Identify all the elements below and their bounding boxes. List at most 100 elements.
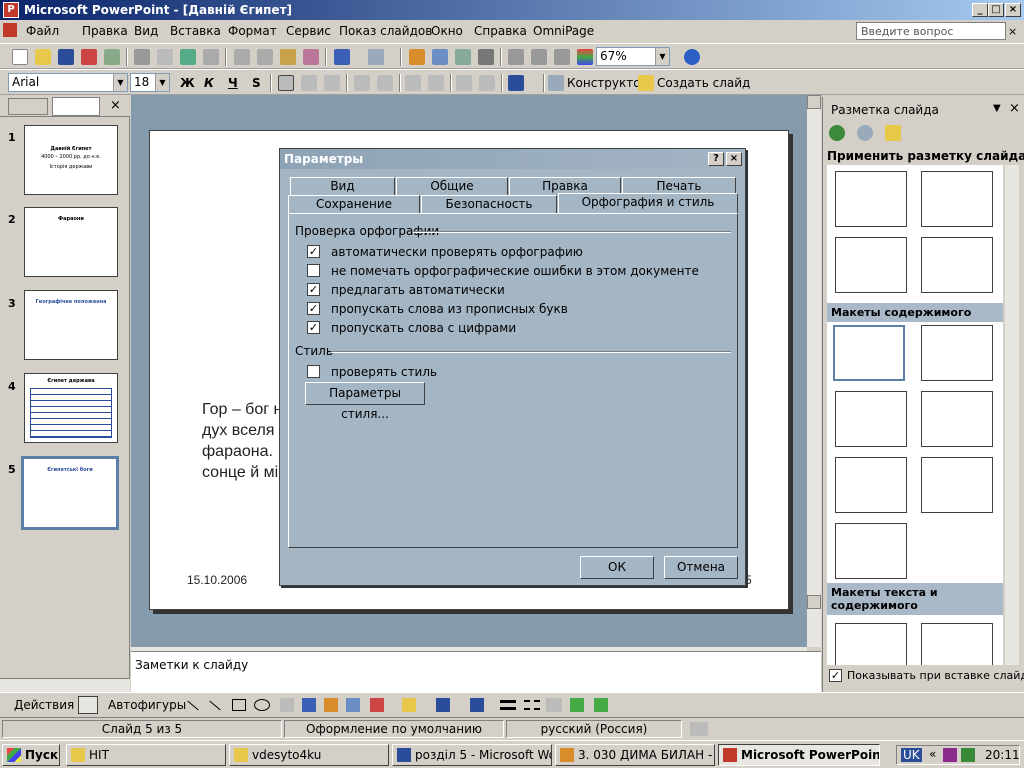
- bold-button[interactable]: Ж: [180, 76, 195, 90]
- menu-slideshow[interactable]: Показ слайдов: [339, 24, 432, 38]
- dash-style-icon[interactable]: [524, 700, 540, 710]
- font-size-select[interactable]: 18 ▼: [130, 73, 170, 92]
- close-doc-icon[interactable]: ×: [1008, 25, 1017, 38]
- slide-thumbnail[interactable]: Давній Єгипет 4000 – 2000 рр. до н.е. Іс…: [24, 125, 118, 195]
- taskbar-button-active[interactable]: Microsoft PowerPoint...: [718, 744, 880, 766]
- tab-security[interactable]: Безопасность: [421, 195, 557, 213]
- layout-content-text[interactable]: [921, 623, 993, 665]
- permission-icon[interactable]: [81, 49, 97, 65]
- tab-save[interactable]: Сохранение: [288, 195, 420, 213]
- design-button[interactable]: Конструктор: [567, 76, 648, 90]
- layout-title-four-content-alt[interactable]: [835, 523, 907, 579]
- picture-icon[interactable]: [370, 698, 384, 712]
- font-color-icon[interactable]: [470, 698, 484, 712]
- formatting-icon[interactable]: [531, 49, 547, 65]
- cancel-button[interactable]: Отмена: [664, 556, 738, 579]
- copy-icon[interactable]: [257, 49, 273, 65]
- taskbar-button[interactable]: 3. 030 ДИМА БИЛАН - ...: [555, 744, 715, 766]
- arrow-icon[interactable]: [209, 700, 221, 711]
- layout-title-content-two[interactable]: [835, 457, 907, 513]
- paste-icon[interactable]: [280, 49, 296, 65]
- maximize-button[interactable]: □: [988, 3, 1004, 17]
- decrease-font-icon[interactable]: [428, 75, 444, 91]
- close-button[interactable]: ×: [1005, 3, 1021, 17]
- ask-question-input[interactable]: Введите вопрос: [856, 22, 1006, 40]
- checkbox[interactable]: ✓: [307, 283, 320, 296]
- wordart-icon[interactable]: [302, 698, 316, 712]
- email-icon[interactable]: [104, 49, 120, 65]
- clipart-icon[interactable]: [346, 698, 360, 712]
- close-icon[interactable]: ×: [726, 152, 742, 166]
- tab-spelling-style[interactable]: Орфография и стиль: [558, 193, 738, 213]
- layout-text-content[interactable]: [835, 623, 907, 665]
- checkbox[interactable]: ✓: [307, 245, 320, 258]
- slide-body-line[interactable]: Гор – бог н: [202, 401, 282, 419]
- chevron-down-icon[interactable]: ▼: [155, 74, 169, 91]
- oval-icon[interactable]: [254, 699, 270, 711]
- print-icon[interactable]: [134, 49, 150, 65]
- actions-menu[interactable]: Действия: [14, 698, 74, 712]
- slide-thumbnail[interactable]: Єгипет держава: [24, 373, 118, 443]
- slide-thumbnail[interactable]: Географічне положення: [24, 290, 118, 360]
- task-pane-scrollbar[interactable]: [1005, 165, 1019, 665]
- diagram-icon[interactable]: [324, 698, 338, 712]
- align-center-icon[interactable]: [301, 75, 317, 91]
- rectangle-icon[interactable]: [232, 699, 246, 711]
- minimize-button[interactable]: _: [972, 3, 988, 17]
- checkbox[interactable]: [307, 365, 320, 378]
- font-select[interactable]: Arial ▼: [8, 73, 128, 92]
- select-objects-icon[interactable]: [78, 696, 98, 714]
- menu-file[interactable]: Файл: [26, 24, 59, 38]
- textbox-icon[interactable]: [280, 698, 294, 712]
- 3d-style-icon[interactable]: [594, 698, 608, 712]
- zoom-select[interactable]: 67% ▼: [596, 47, 670, 66]
- shadow-button[interactable]: S: [252, 76, 261, 90]
- close-icon[interactable]: ×: [110, 98, 121, 113]
- align-right-icon[interactable]: [324, 75, 340, 91]
- slide-body-line[interactable]: дух вселя: [202, 422, 274, 440]
- checkbox[interactable]: ✓: [307, 321, 320, 334]
- design-icon[interactable]: [548, 75, 564, 91]
- menu-insert[interactable]: Вставка: [170, 24, 221, 38]
- menu-tools[interactable]: Сервис: [286, 24, 331, 38]
- layout-title-two-content[interactable]: [921, 391, 993, 447]
- slide-thumbnail-selected[interactable]: Єгипетські боги: [21, 456, 119, 530]
- language-indicator[interactable]: UK: [901, 748, 922, 762]
- slide-body-line[interactable]: фараона.: [202, 443, 273, 461]
- back-icon[interactable]: [829, 125, 845, 141]
- tables-borders-icon[interactable]: [455, 49, 471, 65]
- line-color-icon[interactable]: [436, 698, 450, 712]
- cut-icon[interactable]: [234, 49, 250, 65]
- document-icon[interactable]: [3, 23, 17, 37]
- redo-icon[interactable]: [368, 49, 384, 65]
- chart-icon[interactable]: [409, 49, 425, 65]
- layout-gallery[interactable]: Макеты содержимого Макеты текста и содер…: [827, 165, 1003, 665]
- slide-thumbnail[interactable]: Фараони: [24, 207, 118, 277]
- line-style-icon[interactable]: [500, 700, 516, 710]
- increase-indent-icon[interactable]: [479, 75, 495, 91]
- show-on-insert-row[interactable]: ✓ Показывать при вставке слайдов: [829, 669, 1024, 685]
- grid-icon[interactable]: [554, 49, 570, 65]
- layout-title-four-content[interactable]: [921, 457, 993, 513]
- help-icon[interactable]: [684, 49, 700, 65]
- taskbar-button[interactable]: розділ 5 - Microsoft Word: [392, 744, 552, 766]
- preview-icon[interactable]: [157, 49, 173, 65]
- notes-pane[interactable]: Заметки к слайду: [131, 651, 821, 692]
- menu-window[interactable]: Окно: [431, 24, 463, 38]
- numbering-icon[interactable]: [354, 75, 370, 91]
- diagram-icon[interactable]: [478, 49, 494, 65]
- checkbox[interactable]: [307, 264, 320, 277]
- ok-button[interactable]: ОК: [580, 556, 654, 579]
- chevron-down-icon[interactable]: ▼: [655, 48, 669, 65]
- shadow-style-icon[interactable]: [570, 698, 584, 712]
- new-slide-button[interactable]: Создать слайд: [657, 76, 750, 90]
- chevron-down-icon[interactable]: ▼: [113, 74, 127, 91]
- menu-omnipage[interactable]: OmniPage: [533, 24, 594, 38]
- tray-app-icon[interactable]: [943, 748, 957, 762]
- decrease-indent-icon[interactable]: [456, 75, 472, 91]
- line-icon[interactable]: [187, 700, 199, 711]
- arrow-style-icon[interactable]: [546, 698, 562, 712]
- format-painter-icon[interactable]: [303, 49, 319, 65]
- menu-edit[interactable]: Правка: [82, 24, 128, 38]
- italic-button[interactable]: К: [204, 76, 214, 90]
